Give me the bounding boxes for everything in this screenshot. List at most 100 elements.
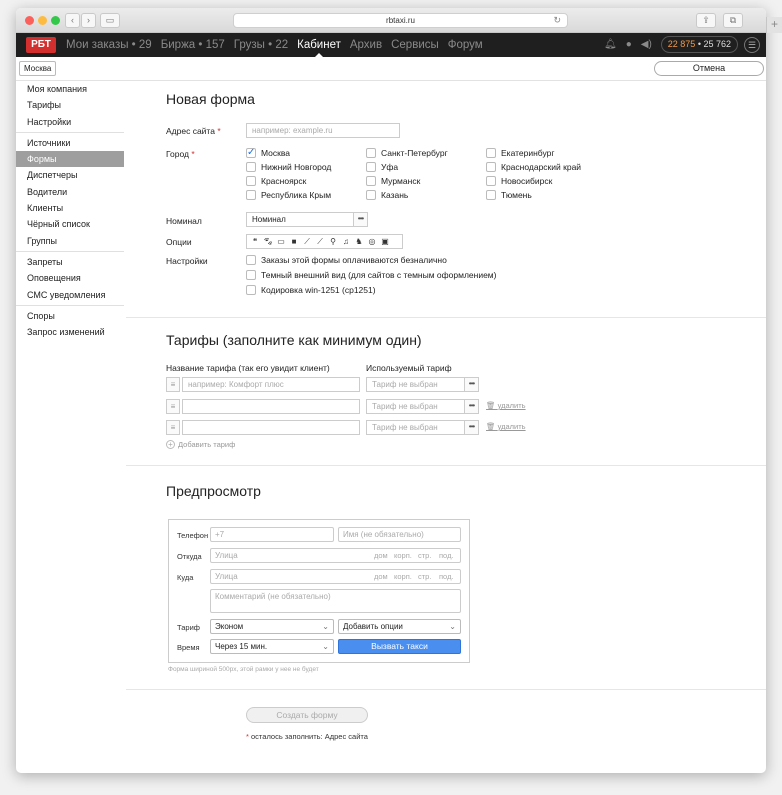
sidebar-toggle-icon[interactable]: ▭	[100, 13, 120, 28]
music-icon[interactable]: ♫	[340, 236, 352, 248]
reload-icon[interactable]: ↻	[553, 14, 561, 27]
close-window-button[interactable]	[25, 16, 34, 25]
create-form-button[interactable]: Создать форму	[246, 707, 368, 723]
sidebar-item-bans[interactable]: Запреты	[16, 254, 124, 270]
sidebar-item-forms[interactable]: Формы	[16, 151, 124, 168]
cancel-button[interactable]: Отмена	[654, 61, 764, 76]
menu-icon[interactable]: ☰	[744, 36, 760, 53]
city-checkbox-tyumen[interactable]: Тюмень	[486, 190, 532, 200]
address-bar[interactable]: rbtaxi.ru ↻	[233, 13, 568, 28]
city-checkbox-nn[interactable]: Нижний Новгород	[246, 162, 331, 172]
city-option-label: Краснодарский край	[501, 162, 582, 172]
logo[interactable]: РБТ	[26, 37, 56, 53]
comment-input[interactable]: Комментарий (не обязательно)	[210, 589, 461, 613]
sidebar-item-groups[interactable]: Группы	[16, 233, 124, 249]
city-checkbox-crimea[interactable]: Республика Крым	[246, 190, 331, 200]
sidebar-item-drivers[interactable]: Водители	[16, 184, 124, 200]
more-icon[interactable]: •••	[353, 212, 368, 227]
city-checkbox-murmansk[interactable]: Мурманск	[366, 176, 420, 186]
chat-icon[interactable]: ●	[626, 39, 632, 50]
main-nav: Мои заказы • 29 Биржа • 157 Грузы • 22 К…	[66, 33, 492, 58]
sidebar-item-my-company[interactable]: Моя компания	[16, 81, 124, 97]
nav-archive[interactable]: Архив	[350, 39, 382, 51]
sidebar-item-blacklist[interactable]: Чёрный список	[16, 216, 124, 232]
tariff-select[interactable]: Тариф не выбран	[366, 399, 465, 414]
tariff-select[interactable]: Тариф не выбран	[366, 377, 465, 392]
sidebar-item-settings[interactable]: Настройки	[16, 114, 124, 130]
remaining-fields: * осталось заполнить: Адрес сайта	[246, 732, 368, 741]
city-checkbox-krasnodar[interactable]: Краснодарский край	[486, 162, 581, 172]
delete-tariff-link[interactable]: 🗑︎ удалить	[486, 422, 526, 431]
forward-button[interactable]: ›	[81, 13, 96, 28]
phone-input[interactable]: +7	[210, 527, 334, 542]
balance-badge[interactable]: 22 875 • 25 762	[660, 36, 738, 53]
luggage-icon[interactable]: ■	[288, 236, 300, 248]
bike-icon[interactable]: ⟋	[314, 236, 326, 248]
nominal-input[interactable]: Номинал	[246, 212, 354, 227]
tariff-name-input[interactable]: например: Комфорт плюс	[182, 377, 360, 392]
site-input[interactable]: например: example.ru	[246, 123, 400, 138]
tariff-select[interactable]: Тариф не выбран	[366, 420, 465, 435]
screen-icon[interactable]: ▣	[379, 236, 391, 248]
drag-handle-icon[interactable]: ≡	[166, 420, 180, 435]
call-taxi-button[interactable]: Вызвать такси	[338, 639, 461, 654]
setting-dark-theme[interactable]: Темный внешний вид (для сайтов с темным …	[246, 270, 496, 280]
nav-cabinet[interactable]: Кабинет	[297, 39, 341, 58]
bell-icon[interactable]: 🔔︎	[604, 39, 617, 50]
more-icon[interactable]: •••	[464, 377, 479, 392]
speaker-icon[interactable]: ◀)	[641, 39, 652, 50]
tabs-icon[interactable]: ⧉	[723, 13, 743, 28]
sidebar-item-tariffs[interactable]: Тарифы	[16, 97, 124, 113]
tariff-name-column: Название тарифа (так его увидит клиент)	[166, 363, 330, 373]
city-checkbox-spb[interactable]: Санкт-Петербург	[366, 148, 448, 158]
more-icon[interactable]: •••	[464, 399, 479, 414]
sidebar-item-dispatchers[interactable]: Диспетчеры	[16, 167, 124, 183]
options-dropdown[interactable]: Добавить опции ⌄	[338, 619, 461, 634]
animal-icon[interactable]: ♞	[353, 236, 365, 248]
minimize-window-button[interactable]	[38, 16, 47, 25]
tariff-name-input[interactable]	[182, 420, 360, 435]
ski-icon[interactable]: ⟋	[301, 236, 313, 248]
nav-exchange[interactable]: Биржа • 157	[161, 39, 225, 51]
back-button[interactable]: ‹	[65, 13, 80, 28]
nav-cargo[interactable]: Грузы • 22	[234, 39, 288, 51]
sidebar-item-notifications[interactable]: Оповещения	[16, 270, 124, 286]
target-icon[interactable]: ◎	[366, 236, 378, 248]
city-checkbox-novosibirsk[interactable]: Новосибирск	[486, 176, 552, 186]
city-checkbox-kazan[interactable]: Казань	[366, 190, 408, 200]
sidebar-item-clients[interactable]: Клиенты	[16, 200, 124, 216]
share-icon[interactable]: ⇪	[696, 13, 716, 28]
chat-bubble-icon[interactable]: ❝	[249, 236, 261, 248]
nav-services[interactable]: Сервисы	[391, 39, 439, 51]
setting-cashless[interactable]: Заказы этой формы оплачиваются безналичн…	[246, 255, 447, 265]
card-icon[interactable]: ▭	[275, 236, 287, 248]
tariff-name-input[interactable]	[182, 399, 360, 414]
checkbox-box	[486, 190, 496, 200]
city-checkbox-moscow[interactable]: ✓ Москва	[246, 148, 290, 158]
zoom-window-button[interactable]	[51, 16, 60, 25]
city-checkbox-ufa[interactable]: Уфа	[366, 162, 398, 172]
tariffs-title: Тарифы (заполните как минимум один)	[166, 332, 422, 348]
nav-my-orders[interactable]: Мои заказы • 29	[66, 39, 152, 51]
sidebar-item-disputes[interactable]: Споры	[16, 308, 124, 324]
tariff-dropdown[interactable]: Эконом ⌄	[210, 619, 334, 634]
city-checkbox-krasnoyarsk[interactable]: Красноярск	[246, 176, 306, 186]
delete-tariff-link[interactable]: 🗑︎ удалить	[486, 401, 526, 410]
client-name-input[interactable]: Имя (не обязательно)	[338, 527, 461, 542]
sidebar-item-sources[interactable]: Источники	[16, 135, 124, 151]
paw-icon[interactable]: 🐾︎	[262, 236, 274, 248]
sidebar-item-sms[interactable]: СМС уведомления	[16, 287, 124, 303]
nav-forum[interactable]: Форум	[448, 39, 483, 51]
sidebar-item-change-requests[interactable]: Запрос изменений	[16, 324, 124, 340]
drag-handle-icon[interactable]: ≡	[166, 399, 180, 414]
city-checkbox-ekb[interactable]: Екатеринбург	[486, 148, 554, 158]
city-selector[interactable]: Москва	[19, 61, 57, 76]
add-tariff-link[interactable]: + Добавить тариф	[166, 440, 235, 449]
more-icon[interactable]: •••	[464, 420, 479, 435]
time-dropdown[interactable]: Через 15 мин. ⌄	[210, 639, 334, 654]
setting-encoding[interactable]: Кодировка win-1251 (cp1251)	[246, 285, 376, 295]
section-divider	[126, 689, 766, 690]
new-tab-button[interactable]: +	[766, 17, 782, 33]
runner-icon[interactable]: ⚲	[327, 236, 339, 248]
drag-handle-icon[interactable]: ≡	[166, 377, 180, 392]
